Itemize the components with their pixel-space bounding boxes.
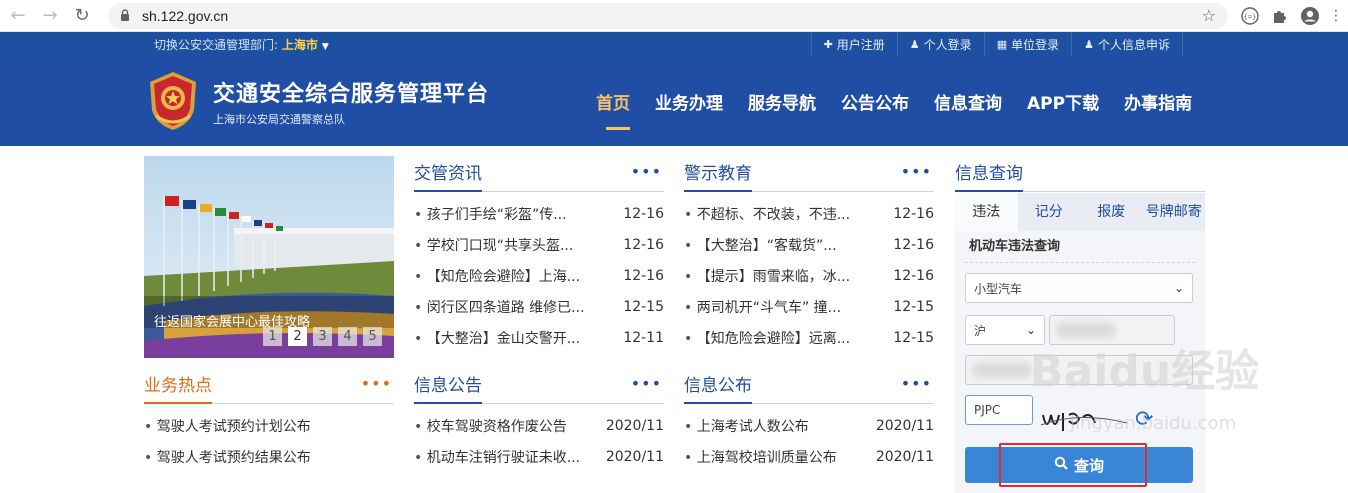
publish-item[interactable]: 上海考试人数公布2020/11 — [684, 410, 934, 441]
warning-item[interactable]: 【提示】雨雪来临，冰...12-16 — [684, 260, 934, 291]
query-section-label: 机动车违法查询 — [965, 231, 1195, 263]
warning-item[interactable]: 【大整治】“客载货”...12-16 — [684, 229, 934, 260]
warning-item[interactable]: 不超标、不改装，不违...12-16 — [684, 198, 934, 229]
account-links: ✚ 用户注册 ♟ 个人登录 ▦ 单位登录 ♟ 个人信息申诉 — [810, 32, 1183, 56]
notice-item[interactable]: 机动车注销行驶证未收...2020/11 — [414, 441, 664, 472]
publish-more-icon[interactable]: ••• — [901, 374, 934, 403]
hot-item[interactable]: 驾驶人考试预约结果公布 — [144, 441, 394, 472]
publish-item[interactable]: 上海驾校培训质量公布2020/11 — [684, 441, 934, 472]
caret-down-icon: ▼ — [321, 41, 329, 52]
hot-more-icon[interactable]: ••• — [361, 374, 394, 403]
bookmark-star-icon[interactable]: ☆ — [1202, 6, 1216, 25]
extension-code-icon[interactable]: {=} — [1238, 4, 1262, 28]
news-item[interactable]: 孩子们手绘“彩盔”传...12-16 — [414, 198, 664, 229]
highlight-annotation-box — [999, 443, 1147, 487]
query-title: 信息查询 — [955, 159, 1023, 192]
register-link[interactable]: ✚ 用户注册 — [810, 32, 897, 56]
main-content: 往返国家会展中心最佳攻略 1 2 3 4 5 交管资讯 ••• 孩子们手绘“彩盔”… — [0, 146, 1348, 493]
notice-panel: 信息公告 ••• 校车驾驶资格作废公告2020/11 机动车注销行驶证未收...2… — [414, 368, 664, 472]
news-item[interactable]: 【大整治】金山交警开...12-11 — [414, 322, 664, 353]
query-box: 违法 记分 报废 号牌邮寄 机动车违法查询 小型汽车 ⌄ 沪 ⌄ PJPC ⟳ … — [955, 193, 1205, 493]
vin-input[interactable] — [965, 355, 1193, 385]
user-icon: ♟ — [1084, 37, 1094, 51]
site-subtitle: 上海市公安局交通警察总队 — [213, 113, 345, 126]
hot-item[interactable]: 驾驶人考试预约计划公布 — [144, 410, 394, 441]
info-query-panel: 信息查询 违法 记分 报废 号牌邮寄 机动车违法查询 小型汽车 ⌄ 沪 ⌄ PJ… — [955, 156, 1205, 493]
back-arrow-icon[interactable]: ← — [4, 2, 32, 30]
site-title: 交通安全综合服务管理平台 — [213, 82, 490, 107]
tab-points[interactable]: 记分 — [1018, 193, 1081, 231]
news-title: 交管资讯 — [414, 159, 482, 192]
publish-title: 信息公布 — [684, 371, 752, 404]
banner-page-5[interactable]: 5 — [363, 327, 382, 346]
svg-text:{=}: {=} — [1244, 13, 1257, 21]
nav-home[interactable]: 首页 — [596, 56, 630, 146]
reload-icon[interactable]: ↻ — [68, 2, 96, 30]
refresh-captcha-icon[interactable]: ⟳ — [1135, 407, 1153, 432]
puzzle-extensions-icon[interactable] — [1268, 4, 1292, 28]
user-icon: ♟ — [909, 37, 920, 51]
nav-service-guide[interactable]: 服务导航 — [748, 56, 816, 146]
browser-menu-icon[interactable]: ⋮ — [1324, 4, 1348, 28]
banner-pagination: 1 2 3 4 5 — [257, 327, 382, 346]
browser-toolbar: ← → ↻ sh.122.gov.cn ☆ {=} ⋮ — [0, 0, 1348, 32]
notice-item[interactable]: 校车驾驶资格作废公告2020/11 — [414, 410, 664, 441]
department-switcher[interactable]: 切换公安交通管理部门: 上海市 ▼ — [154, 36, 329, 53]
hot-title: 业务热点 — [144, 371, 212, 404]
current-city: 上海市 — [281, 37, 318, 52]
lock-icon — [120, 9, 132, 23]
tab-plate-mail[interactable]: 号牌邮寄 — [1143, 193, 1206, 231]
personal-login-link[interactable]: ♟ 个人登录 — [896, 32, 984, 56]
top-strip: 切换公安交通管理部门: 上海市 ▼ ✚ 用户注册 ♟ 个人登录 ▦ 单位登录 ♟ 个人信息… — [0, 32, 1348, 56]
banner-page-3[interactable]: 3 — [313, 327, 332, 346]
tab-violation[interactable]: 违法 — [955, 193, 1018, 231]
chevron-down-icon: ⌄ — [1025, 323, 1036, 337]
nav-business[interactable]: 业务办理 — [655, 56, 723, 146]
captcha-image[interactable] — [1039, 405, 1129, 435]
banner-page-1[interactable]: 1 — [263, 327, 282, 346]
info-appeal-link[interactable]: ♟ 个人信息申诉 — [1071, 32, 1183, 56]
nav-app-download[interactable]: APP下载 — [1027, 56, 1099, 146]
query-tabs: 违法 记分 报废 号牌邮寄 — [955, 193, 1205, 231]
address-bar[interactable]: sh.122.gov.cn ☆ — [108, 3, 1228, 29]
captcha-input[interactable]: PJPC — [965, 395, 1033, 425]
banner-page-2[interactable]: 2 — [288, 327, 307, 346]
hot-panel: 业务热点 ••• 驾驶人考试预约计划公布 驾驶人考试预约结果公布 — [144, 368, 394, 472]
nav-handbook[interactable]: 办事指南 — [1124, 56, 1192, 146]
notice-more-icon[interactable]: ••• — [631, 374, 664, 403]
tab-scrap[interactable]: 报废 — [1080, 193, 1143, 231]
police-emblem-logo[interactable] — [144, 70, 202, 132]
nav-announcements[interactable]: 公告公布 — [841, 56, 909, 146]
plate-prefix-select[interactable]: 沪 ⌄ — [965, 315, 1045, 345]
plate-number-input[interactable] — [1049, 315, 1175, 345]
document-icon: ▦ — [996, 37, 1008, 51]
warning-more-icon[interactable]: ••• — [901, 162, 934, 191]
news-more-icon[interactable]: ••• — [631, 162, 664, 191]
warning-panel: 警示教育 ••• 不超标、不改装，不违...12-16 【大整治】“客载货”...… — [684, 156, 934, 353]
news-item[interactable]: 学校门口现“共享头盔...12-16 — [414, 229, 664, 260]
main-nav: 首页 业务办理 服务导航 公告公布 信息查询 APP下载 办事指南 — [596, 56, 1217, 146]
company-login-link[interactable]: ▦ 单位登录 — [983, 32, 1071, 56]
profile-avatar-icon[interactable] — [1298, 4, 1322, 28]
publish-panel: 信息公布 ••• 上海考试人数公布2020/11 上海驾校培训质量公布2020/1… — [684, 368, 934, 472]
forward-arrow-icon[interactable]: → — [36, 2, 64, 30]
news-item[interactable]: 【知危险会避险】上海...12-16 — [414, 260, 664, 291]
banner-page-4[interactable]: 4 — [338, 327, 357, 346]
news-panel: 交管资讯 ••• 孩子们手绘“彩盔”传...12-16 学校门口现“共享头盔...… — [414, 156, 664, 353]
warning-item[interactable]: 两司机开“斗气车” 撞...12-15 — [684, 291, 934, 322]
nav-info-query[interactable]: 信息查询 — [934, 56, 1002, 146]
plus-icon: ✚ — [823, 37, 833, 51]
site-header: 交通安全综合服务管理平台 上海市公安局交通警察总队 首页 业务办理 服务导航 公… — [0, 56, 1348, 146]
notice-title: 信息公告 — [414, 371, 482, 404]
news-item[interactable]: 闵行区四条道路 维修已...12-15 — [414, 291, 664, 322]
warning-title: 警示教育 — [684, 159, 752, 192]
banner-carousel[interactable]: 往返国家会展中心最佳攻略 1 2 3 4 5 — [144, 156, 394, 358]
vehicle-type-select[interactable]: 小型汽车 ⌄ — [965, 273, 1193, 303]
url-text: sh.122.gov.cn — [142, 8, 229, 24]
chevron-down-icon: ⌄ — [1173, 281, 1184, 295]
warning-item[interactable]: 【知危险会避险】远离...12-15 — [684, 322, 934, 353]
